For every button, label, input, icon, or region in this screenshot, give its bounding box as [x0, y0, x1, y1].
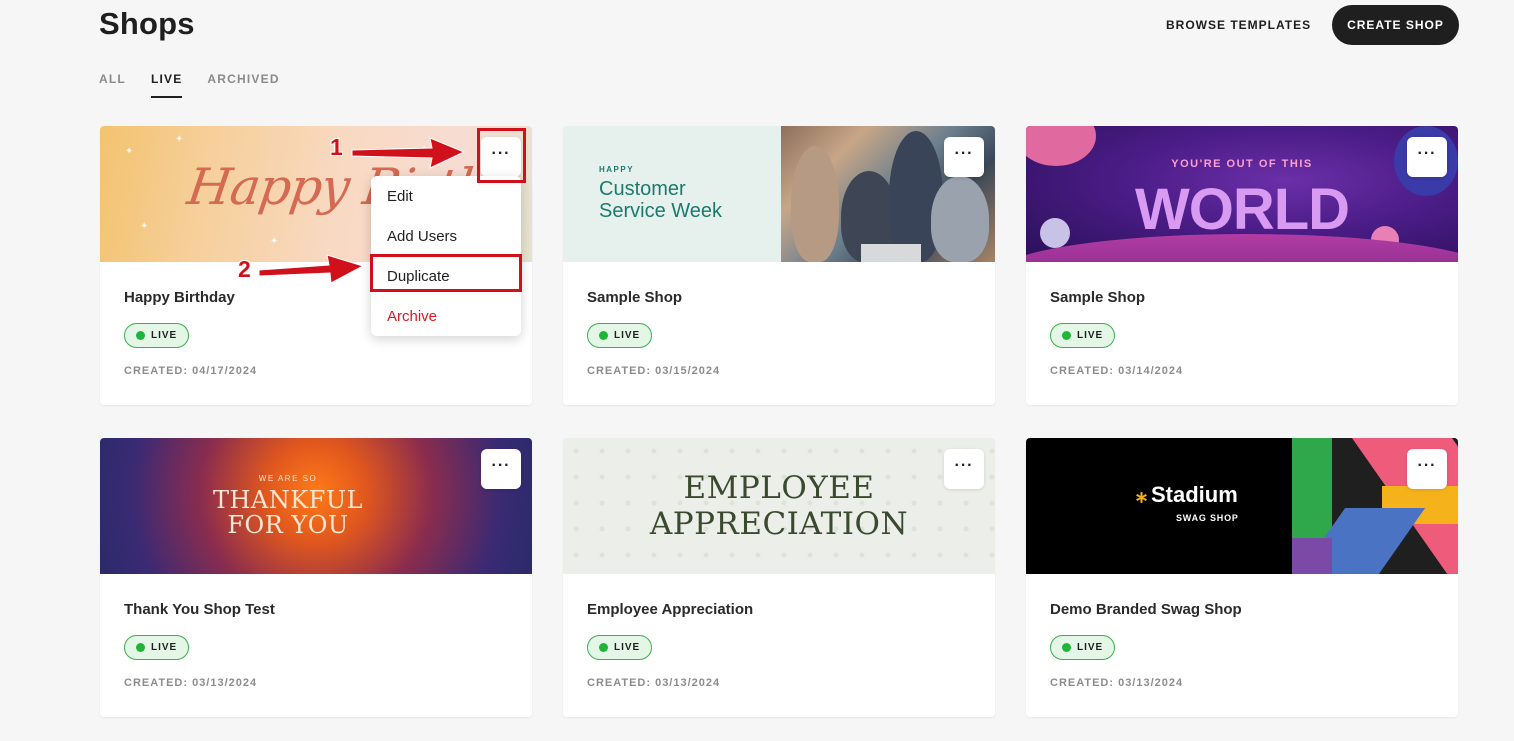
banner-text: WORLD: [1134, 177, 1350, 242]
shop-banner-image: WE ARE SO THANKFUL FOR YOU: [100, 438, 532, 574]
status-tabs: ALL LIVE ARCHIVED: [99, 72, 305, 98]
step-number: 1: [330, 134, 343, 160]
live-dot-icon: [1062, 331, 1071, 340]
status-badge: LIVE: [124, 635, 190, 660]
more-options-button[interactable]: ···: [944, 137, 984, 177]
shop-title[interactable]: Sample Shop: [1050, 289, 1145, 306]
shop-card[interactable]: WE ARE SO THANKFUL FOR YOU ··· Thank You …: [100, 438, 532, 717]
menu-item-add-users[interactable]: Add Users: [371, 216, 521, 256]
more-icon: ···: [1417, 145, 1437, 162]
created-date: CREATED: 03/14/2024: [1050, 365, 1184, 377]
shop-banner-image: HAPPY Customer Service Week: [563, 126, 995, 262]
tab-archived[interactable]: ARCHIVED: [207, 72, 279, 98]
tab-all[interactable]: ALL: [99, 72, 126, 98]
more-icon: ···: [491, 145, 511, 162]
arrow-icon: [258, 254, 365, 284]
stadium-logo: ⁎ Stadium: [1136, 482, 1238, 507]
status-badge: LIVE: [124, 323, 190, 348]
more-options-button[interactable]: ···: [1407, 449, 1447, 489]
shop-card[interactable]: ⁎ Stadium SWAG SHOP ··· Demo Branded Swag…: [1026, 438, 1458, 717]
shop-title[interactable]: Sample Shop: [587, 289, 682, 306]
menu-item-duplicate[interactable]: Duplicate: [371, 256, 521, 296]
banner-text: HAPPY: [599, 165, 635, 174]
status-badge: LIVE: [587, 323, 653, 348]
banner-text: SWAG SHOP: [1176, 513, 1239, 523]
banner-text: Customer Service Week: [599, 178, 723, 222]
live-dot-icon: [136, 643, 145, 652]
shop-title[interactable]: Employee Appreciation: [587, 601, 753, 618]
created-date: CREATED: 03/13/2024: [587, 677, 721, 689]
shop-actions-menu: Edit Add Users Duplicate Archive: [371, 176, 521, 336]
more-options-button[interactable]: ···: [944, 449, 984, 489]
shop-banner-image: EMPLOYEE APPRECIATION: [563, 438, 995, 574]
status-badge: LIVE: [1050, 323, 1116, 348]
live-dot-icon: [1062, 643, 1071, 652]
browse-templates-button[interactable]: BROWSE TEMPLATES: [1150, 10, 1327, 40]
more-icon: ···: [1417, 457, 1437, 474]
status-badge: LIVE: [587, 635, 653, 660]
created-date: CREATED: 03/13/2024: [124, 677, 258, 689]
live-dot-icon: [599, 643, 608, 652]
more-icon: ···: [954, 145, 974, 162]
shop-banner-image: ⁎ Stadium SWAG SHOP: [1026, 438, 1458, 574]
shop-title[interactable]: Happy Birthday: [124, 289, 235, 306]
banner-text: THANKFUL FOR YOU: [212, 486, 363, 539]
created-date: CREATED: 04/17/2024: [124, 365, 258, 377]
shop-card[interactable]: YOU'RE OUT OF THIS WORLD ··· Sample Shop…: [1026, 126, 1458, 405]
menu-item-edit[interactable]: Edit: [371, 176, 521, 216]
banner-text: YOU'RE OUT OF THIS: [1171, 158, 1313, 170]
shop-title[interactable]: Thank You Shop Test: [124, 601, 275, 618]
arrow-icon: [351, 137, 466, 169]
create-shop-button[interactable]: CREATE SHOP: [1332, 5, 1459, 45]
shop-card[interactable]: HAPPY Customer Service Week ··· Sample Sh…: [563, 126, 995, 405]
more-options-button[interactable]: ···: [481, 137, 521, 177]
live-dot-icon: [136, 331, 145, 340]
page-title: Shops: [99, 6, 195, 41]
more-icon: ···: [954, 457, 974, 474]
created-date: CREATED: 03/15/2024: [587, 365, 721, 377]
banner-text: WE ARE SO: [258, 474, 318, 483]
more-options-button[interactable]: ···: [1407, 137, 1447, 177]
shop-banner-image: YOU'RE OUT OF THIS WORLD: [1026, 126, 1458, 262]
shop-card[interactable]: EMPLOYEE APPRECIATION ··· Employee Apprec…: [563, 438, 995, 717]
shop-title[interactable]: Demo Branded Swag Shop: [1050, 601, 1242, 618]
step-number: 2: [238, 256, 251, 282]
status-badge: LIVE: [1050, 635, 1116, 660]
stadium-mark-icon: ⁎: [1136, 482, 1147, 507]
live-dot-icon: [599, 331, 608, 340]
more-options-button[interactable]: ···: [481, 449, 521, 489]
banner-text: EMPLOYEE APPRECIATION: [649, 470, 909, 542]
tab-live[interactable]: LIVE: [150, 72, 183, 98]
created-date: CREATED: 03/13/2024: [1050, 677, 1184, 689]
more-icon: ···: [491, 457, 511, 474]
menu-item-archive[interactable]: Archive: [371, 296, 521, 336]
